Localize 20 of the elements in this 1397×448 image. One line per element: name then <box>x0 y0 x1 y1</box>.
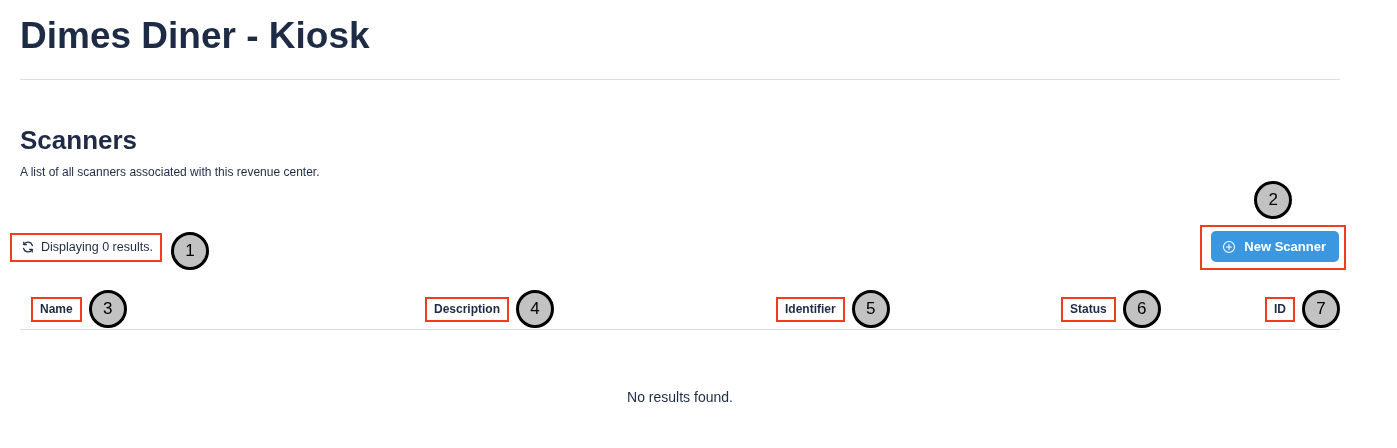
callout-number: 4 <box>516 290 554 328</box>
empty-message: No results found. <box>626 389 734 405</box>
column-header: Status <box>1070 302 1107 316</box>
new-scanner-button[interactable]: New Scanner <box>1211 231 1339 262</box>
callout-number: 3 <box>88 290 127 328</box>
results-count: Displaying 0 results. <box>41 240 153 254</box>
column-header: Description <box>434 302 500 316</box>
section-title: Scanners <box>20 124 139 157</box>
callout-number: 6 <box>1122 290 1161 328</box>
column-header: ID <box>1274 302 1286 316</box>
column-header: Name <box>40 302 73 316</box>
callout-number: 5 <box>851 290 890 328</box>
callout-number: 1 <box>170 232 209 270</box>
section-description: A list of all scanners associated with this revenue center. <box>20 164 321 181</box>
refresh-icon[interactable] <box>21 240 35 254</box>
callout-number: 2 <box>1254 181 1293 219</box>
callout-number: 7 <box>1302 290 1340 328</box>
plus-circle-icon <box>1222 239 1237 254</box>
column-header: Identifier <box>785 302 836 316</box>
page-title: Dimes Diner - Kiosk <box>20 14 371 58</box>
